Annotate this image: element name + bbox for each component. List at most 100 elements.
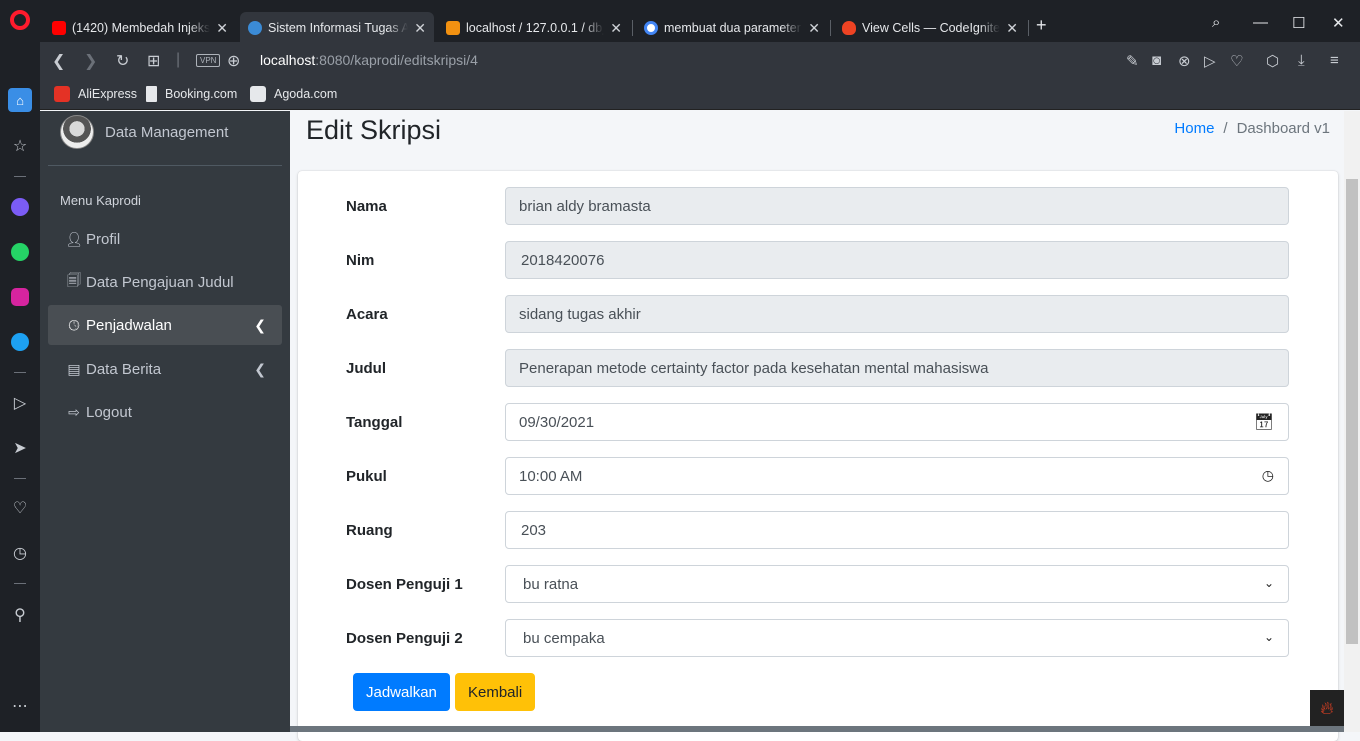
nav-header: Menu Kaprodi xyxy=(60,193,141,208)
kembali-button[interactable]: Kembali xyxy=(455,673,536,711)
url-host: localhost xyxy=(260,52,316,68)
tanggal-date-input[interactable]: 09/30/2021 📅︎ xyxy=(505,403,1289,441)
opera-logo-icon[interactable] xyxy=(10,10,30,30)
sidebar-item-label: Profil xyxy=(86,230,121,248)
bookmark-label: Agoda.com xyxy=(274,87,338,101)
breadcrumb-separator: / xyxy=(1223,120,1228,137)
new-tab-button[interactable]: + xyxy=(1036,15,1047,36)
breadcrumb-home-link[interactable]: Home xyxy=(1174,120,1214,137)
adblock-icon[interactable]: ⊗ xyxy=(1178,52,1191,70)
judul-input[interactable]: Penerapan metode certainty factor pada k… xyxy=(505,349,1289,387)
close-tab-icon[interactable]: ✕ xyxy=(1006,20,1018,37)
user-icon: 👤︎ xyxy=(65,230,83,247)
sidebar-divider xyxy=(14,478,26,479)
bookmarks-bar: AliExpress Booking.com Agoda.com xyxy=(40,80,1360,110)
chevron-left-icon: ❮ xyxy=(254,316,266,333)
tab-google[interactable]: membuat dua parameter d ✕ xyxy=(636,12,828,44)
messenger-icon[interactable] xyxy=(8,195,32,219)
send-page-icon[interactable]: ▷ xyxy=(1204,52,1216,70)
bookmark-aliexpress[interactable]: AliExpress xyxy=(54,86,137,102)
close-tab-icon[interactable]: ✕ xyxy=(414,20,426,37)
twitter-icon[interactable] xyxy=(8,330,32,354)
field-label: Judul xyxy=(346,360,386,377)
close-tab-icon[interactable]: ✕ xyxy=(610,20,622,37)
youtube-icon xyxy=(52,21,66,35)
scrollbar-thumb[interactable] xyxy=(1346,179,1358,644)
chevron-down-icon: ⌄ xyxy=(1263,576,1274,590)
breadcrumb-current: Dashboard v1 xyxy=(1236,120,1330,137)
user-panel[interactable]: Data Management xyxy=(60,115,228,149)
bookmark-label: Booking.com xyxy=(165,87,238,101)
sidebar-item-label: Data Pengajuan Judul xyxy=(86,273,234,291)
sidebar-item-logout[interactable]: ⇨ Logout xyxy=(48,392,282,432)
tab-sistem-informasi[interactable]: Sistem Informasi Tugas Akh ✕ xyxy=(240,12,434,44)
avatar xyxy=(60,115,94,149)
sidebar-item-profil[interactable]: 👤︎ Profil xyxy=(48,219,282,259)
nama-input[interactable]: brian aldy bramasta xyxy=(505,187,1289,225)
close-window-icon[interactable]: ✕ xyxy=(1332,14,1345,32)
sign-out-icon: ⇨ xyxy=(68,403,80,420)
bookmark-heart-icon[interactable]: ♡ xyxy=(1230,52,1243,70)
whatsapp-icon[interactable] xyxy=(8,240,32,264)
send-icon[interactable]: ➤ xyxy=(8,436,32,460)
back-icon[interactable]: ❮ xyxy=(52,51,65,71)
dosen-penguji-2-select[interactable]: bu cempaka ⌄ xyxy=(505,619,1289,657)
sidebar-item-data-pengajuan-judul[interactable]: 🗐︎ Data Pengajuan Judul xyxy=(48,262,282,302)
form-row-dosen-penguji-2: Dosen Penguji 2 bu cempaka ⌄ xyxy=(298,619,1338,657)
url-field[interactable]: localhost:8080/kaprodi/editskripsi/4 xyxy=(260,52,478,68)
sidebar-item-penjadwalan[interactable]: 🕓︎ Penjadwalan ❮ xyxy=(48,305,282,345)
bookmark-booking[interactable]: Booking.com xyxy=(146,86,237,102)
jadwalkan-button[interactable]: Jadwalkan xyxy=(353,673,450,711)
nim-input[interactable]: 2018420076 xyxy=(505,241,1289,279)
tab-codeigniter[interactable]: View Cells — CodeIgniter 4 ✕ xyxy=(834,12,1026,44)
instagram-icon[interactable] xyxy=(8,285,32,309)
tab-phpmyadmin[interactable]: localhost / 127.0.0.1 / db_ta ✕ xyxy=(438,12,630,44)
player-icon[interactable]: ▷ xyxy=(8,391,32,415)
close-tab-icon[interactable]: ✕ xyxy=(808,20,820,37)
sidebar-item-data-berita[interactable]: ▤ Data Berita ❮ xyxy=(48,349,282,389)
calendar-icon[interactable]: 📅︎ xyxy=(1254,412,1274,432)
minimize-icon[interactable]: — xyxy=(1253,14,1268,31)
close-tab-icon[interactable]: ✕ xyxy=(216,20,228,37)
clock-icon[interactable]: ◷ xyxy=(1262,467,1274,484)
form-row-nim: Nim 2018420076 xyxy=(298,241,1338,279)
heart-icon[interactable]: ♡ xyxy=(8,496,32,520)
codeigniter-debug-icon[interactable]: 🔥︎ xyxy=(1310,690,1344,726)
maximize-icon[interactable]: ☐ xyxy=(1292,14,1305,32)
history-icon[interactable]: ◷ xyxy=(8,541,32,565)
sidebar-item-label: Logout xyxy=(86,403,132,421)
field-label: Dosen Penguji 2 xyxy=(346,630,463,647)
google-icon xyxy=(644,21,658,35)
globe-icon[interactable]: ⊕ xyxy=(227,51,240,71)
tab-youtube[interactable]: (1420) Membedah Injeksi L ✕ xyxy=(44,12,236,44)
acara-input[interactable]: sidang tugas akhir xyxy=(505,295,1289,333)
pukul-time-input[interactable]: 10:00 AM ◷ xyxy=(505,457,1289,495)
search-icon[interactable]: ⌕ xyxy=(1212,14,1220,31)
date-value: 09/30/2021 xyxy=(519,413,595,431)
aliexpress-icon xyxy=(54,86,70,102)
form-row-nama: Nama brian aldy bramasta xyxy=(298,187,1338,225)
camera-icon[interactable]: ◙ xyxy=(1152,52,1161,69)
forward-icon[interactable]: ❯ xyxy=(84,51,97,71)
user-name: Data Management xyxy=(105,123,229,141)
time-value: 10:00 AM xyxy=(519,467,583,485)
tabs-grid-icon[interactable]: ⊞ xyxy=(147,51,160,71)
extensions-icon[interactable]: ⬡ xyxy=(1266,52,1279,70)
dosen-penguji-1-select[interactable]: bu ratna ⌄ xyxy=(505,565,1289,603)
vertical-scrollbar[interactable] xyxy=(1344,111,1360,732)
toolbar-divider: | xyxy=(176,51,181,68)
lightbulb-icon[interactable]: ⚲ xyxy=(8,603,32,627)
vpn-badge[interactable]: VPN xyxy=(196,54,221,67)
share-icon[interactable]: ✎ xyxy=(1126,52,1139,70)
reload-icon[interactable]: ↻ xyxy=(116,51,129,71)
star-icon[interactable]: ☆ xyxy=(8,134,32,158)
bookmark-agoda[interactable]: Agoda.com xyxy=(250,86,337,102)
easy-setup-icon[interactable]: ≡ xyxy=(1330,52,1339,69)
more-icon[interactable]: ⋯ xyxy=(8,694,32,718)
page-icon xyxy=(146,86,157,102)
tab-title: localhost / 127.0.0.1 / db_ta xyxy=(466,21,605,35)
form-row-judul: Judul Penerapan metode certainty factor … xyxy=(298,349,1338,387)
download-icon[interactable]: ⤓ xyxy=(1298,52,1305,69)
ruang-input[interactable]: 203 xyxy=(505,511,1289,549)
home-icon[interactable]: ⌂ xyxy=(8,88,32,112)
